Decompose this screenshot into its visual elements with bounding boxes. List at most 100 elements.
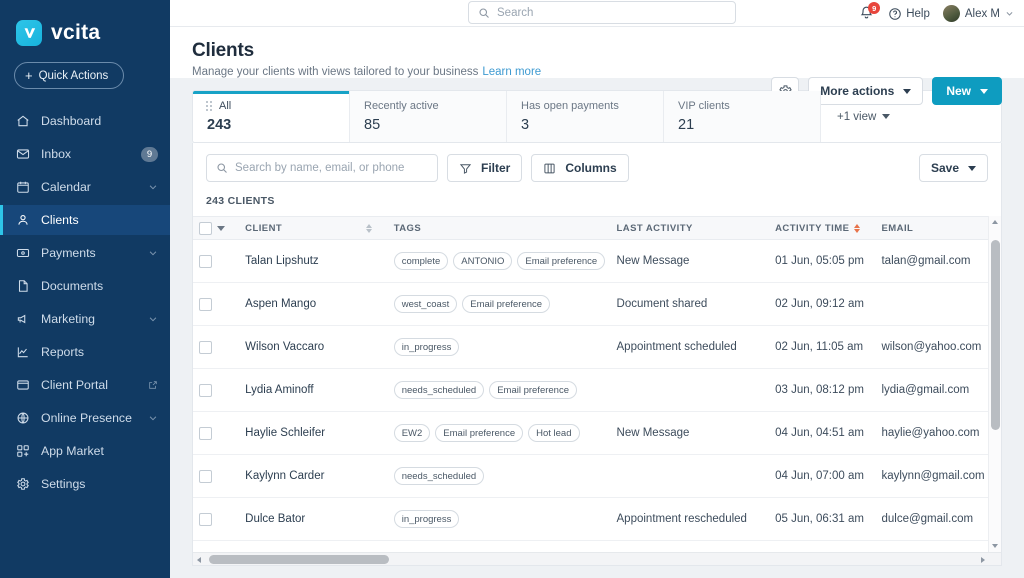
- cell-checkbox[interactable]: [193, 369, 239, 412]
- table-row[interactable]: Wilson Vaccaro in_progress Appointment s…: [193, 326, 1001, 369]
- th-client[interactable]: CLIENT: [239, 217, 388, 240]
- th-activity-time-label: ACTIVITY TIME: [775, 223, 849, 234]
- user-menu[interactable]: Alex M: [943, 5, 1014, 22]
- cell-last-activity: New Message: [611, 240, 770, 283]
- cell-last-activity: Document shared: [611, 283, 770, 326]
- sidebar-item-online-presence[interactable]: Online Presence: [0, 403, 170, 433]
- view-tab-label: Has open payments: [521, 100, 663, 112]
- clients-count: 243 CLIENTS: [193, 182, 1001, 216]
- view-tab-has-open-payments[interactable]: Has open payments 3: [507, 91, 664, 142]
- sidebar-item-marketing[interactable]: Marketing: [0, 304, 170, 334]
- clients-search-input[interactable]: Search by name, email, or phone: [206, 154, 438, 182]
- table-vertical-scrollbar[interactable]: [988, 216, 1001, 552]
- view-tab-all[interactable]: All 243: [193, 91, 350, 142]
- th-email[interactable]: EMAIL: [875, 217, 1001, 240]
- table-horizontal-scrollbar[interactable]: [193, 552, 1001, 565]
- filter-button[interactable]: Filter: [447, 154, 522, 182]
- sidebar-item-payments[interactable]: Payments: [0, 238, 170, 268]
- table-row[interactable]: Aspen Mango west_coast Email preference …: [193, 283, 1001, 326]
- select-all-checkbox[interactable]: [199, 222, 212, 235]
- view-tab-value: 3: [521, 117, 663, 133]
- cell-email: talan@gmail.com: [875, 240, 1001, 283]
- sidebar-item-app-market[interactable]: App Market: [0, 436, 170, 466]
- row-checkbox[interactable]: [199, 513, 212, 526]
- inbox-badge: 9: [141, 147, 158, 162]
- th-activity-time[interactable]: ACTIVITY TIME: [769, 217, 875, 240]
- gear-icon: [16, 477, 35, 491]
- help-button[interactable]: Help: [888, 7, 930, 21]
- cell-client: Aspen Mango: [239, 283, 388, 326]
- sidebar-item-settings[interactable]: Settings: [0, 469, 170, 499]
- tag: needs_scheduled: [394, 381, 484, 399]
- cell-checkbox[interactable]: [193, 412, 239, 455]
- th-client-label: CLIENT: [245, 223, 282, 234]
- page-header: Clients Manage your clients with views t…: [170, 27, 1024, 78]
- save-button[interactable]: Save: [919, 154, 988, 182]
- chevron-down-icon[interactable]: [217, 226, 225, 231]
- brand[interactable]: vcita: [0, 0, 170, 52]
- more-actions-button[interactable]: More actions: [808, 77, 923, 105]
- view-tab-label: All: [207, 100, 349, 112]
- row-checkbox[interactable]: [199, 255, 212, 268]
- view-tab-recently-active[interactable]: Recently active 85: [350, 91, 507, 142]
- quick-actions-button[interactable]: + Quick Actions: [14, 62, 124, 89]
- row-checkbox[interactable]: [199, 384, 212, 397]
- cell-checkbox[interactable]: [193, 283, 239, 326]
- horizontal-scroll-thumb[interactable]: [209, 555, 389, 564]
- sidebar-item-label: Online Presence: [41, 411, 148, 425]
- sort-client-icon[interactable]: [366, 224, 382, 233]
- learn-more-link[interactable]: Learn more: [482, 66, 541, 78]
- view-tab-label: Recently active: [364, 100, 506, 112]
- sidebar-item-label: Payments: [41, 246, 148, 260]
- person-icon: [16, 213, 35, 227]
- chevron-down-icon: [1005, 9, 1014, 18]
- table-row[interactable]: Lydia Aminoff needs_scheduled Email pref…: [193, 369, 1001, 412]
- new-button[interactable]: New: [932, 77, 1002, 105]
- drag-handle-icon[interactable]: [206, 101, 212, 111]
- sidebar-item-reports[interactable]: Reports: [0, 337, 170, 367]
- cell-checkbox[interactable]: [193, 240, 239, 283]
- sidebar-item-documents[interactable]: Documents: [0, 271, 170, 301]
- row-checkbox[interactable]: [199, 298, 212, 311]
- tag: Email preference: [517, 252, 605, 270]
- tag: EW2: [394, 424, 431, 442]
- sidebar-item-calendar[interactable]: Calendar: [0, 172, 170, 202]
- row-checkbox[interactable]: [199, 427, 212, 440]
- sort-activity-time-icon[interactable]: [854, 224, 870, 233]
- th-select-all[interactable]: [193, 217, 239, 240]
- help-label: Help: [906, 8, 930, 20]
- cell-checkbox[interactable]: [193, 455, 239, 498]
- global-search[interactable]: Search: [468, 1, 736, 24]
- notifications-button[interactable]: 9: [859, 5, 875, 22]
- sidebar-item-client-portal[interactable]: Client Portal: [0, 370, 170, 400]
- cell-email: kaylynn@gmail.com: [875, 455, 1001, 498]
- sidebar-item-inbox[interactable]: Inbox 9: [0, 139, 170, 169]
- view-tab-vip-clients[interactable]: VIP clients 21: [664, 91, 821, 142]
- sidebar-item-label: Inbox: [41, 147, 141, 161]
- tag: Email preference: [435, 424, 523, 442]
- scroll-down-arrow-icon[interactable]: [992, 544, 998, 548]
- scroll-left-arrow-icon[interactable]: [197, 557, 201, 563]
- scroll-up-arrow-icon[interactable]: [992, 220, 998, 224]
- table-row[interactable]: Kaylynn Carder needs_scheduled 04 Jun, 0…: [193, 455, 1001, 498]
- th-tags[interactable]: TAGS: [388, 217, 611, 240]
- sidebar-item-dashboard[interactable]: Dashboard: [0, 106, 170, 136]
- cell-last-activity: [611, 369, 770, 412]
- table-row[interactable]: Dulce Bator in_progress Appointment resc…: [193, 498, 1001, 541]
- tag: complete: [394, 252, 449, 270]
- row-checkbox[interactable]: [199, 341, 212, 354]
- th-last-activity[interactable]: LAST ACTIVITY: [611, 217, 770, 240]
- scroll-right-arrow-icon[interactable]: [981, 557, 985, 563]
- cell-activity-time: 04 Jun, 07:00 am: [769, 455, 875, 498]
- table-row[interactable]: Talan Lipshutz complete ANTONIO Email pr…: [193, 240, 1001, 283]
- sidebar-item-clients[interactable]: Clients: [0, 205, 170, 235]
- tag: west_coast: [394, 295, 458, 313]
- th-tags-label: TAGS: [394, 223, 421, 234]
- cell-checkbox[interactable]: [193, 326, 239, 369]
- columns-button[interactable]: Columns: [531, 154, 628, 182]
- cell-tags: needs_scheduled: [388, 455, 611, 498]
- vertical-scroll-thumb[interactable]: [991, 240, 1000, 430]
- row-checkbox[interactable]: [199, 470, 212, 483]
- table-row[interactable]: Haylie Schleifer EW2 Email preference Ho…: [193, 412, 1001, 455]
- cell-checkbox[interactable]: [193, 498, 239, 541]
